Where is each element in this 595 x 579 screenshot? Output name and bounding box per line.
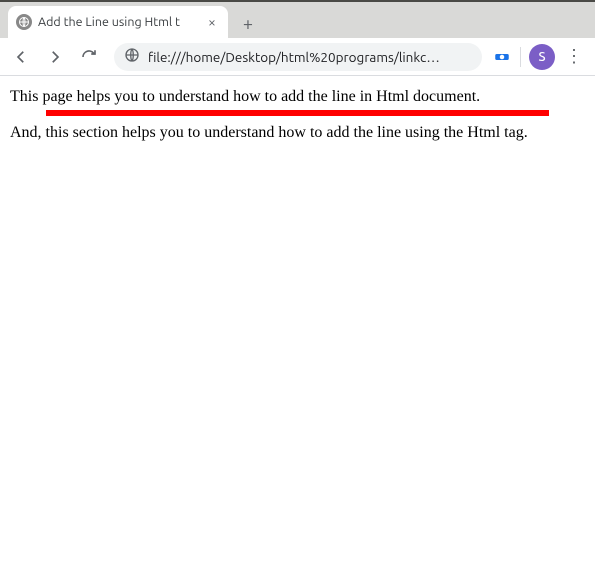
- paragraph-1: This page helps you to understand how to…: [10, 88, 585, 106]
- file-icon: [124, 47, 140, 66]
- paragraph-2: And, this section helps you to understan…: [10, 124, 585, 142]
- horizontal-rule-red: [46, 110, 549, 116]
- forward-button[interactable]: [40, 42, 70, 72]
- globe-icon: [16, 14, 32, 30]
- back-button[interactable]: [6, 42, 36, 72]
- close-icon[interactable]: ×: [204, 14, 220, 30]
- toolbar-separator: [520, 47, 521, 67]
- reload-button[interactable]: [74, 42, 104, 72]
- browser-toolbar: file:///home/Desktop/html%20programs/lin…: [0, 38, 595, 76]
- new-tab-button[interactable]: +: [234, 10, 262, 38]
- address-bar[interactable]: file:///home/Desktop/html%20programs/lin…: [114, 43, 482, 71]
- profile-avatar[interactable]: S: [529, 44, 555, 70]
- browser-tab-active[interactable]: Add the Line using Html t ×: [8, 6, 228, 38]
- extension-icon[interactable]: [492, 47, 512, 67]
- tab-strip: Add the Line using Html t × +: [0, 2, 595, 38]
- tab-title: Add the Line using Html t: [38, 15, 198, 29]
- kebab-menu-icon[interactable]: ⋮: [559, 42, 589, 72]
- page-content: This page helps you to understand how to…: [0, 76, 595, 154]
- avatar-letter: S: [538, 50, 545, 64]
- address-url: file:///home/Desktop/html%20programs/lin…: [148, 49, 472, 65]
